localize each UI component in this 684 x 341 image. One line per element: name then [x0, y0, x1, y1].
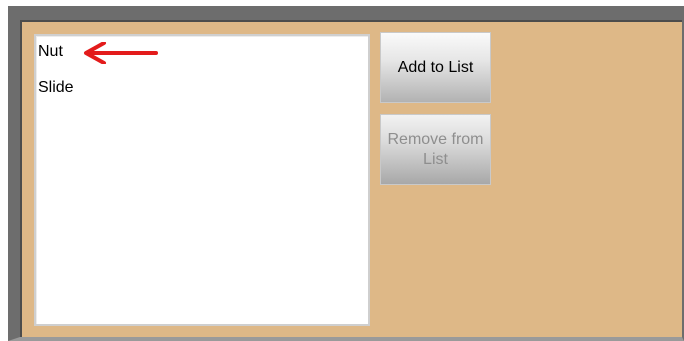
list-item[interactable]: Slide [38, 78, 74, 98]
red-left-arrow-icon [84, 42, 158, 64]
list-editor-panel: Nut Slide Add to List Remove from List [8, 6, 684, 341]
add-to-list-button[interactable]: Add to List [380, 32, 491, 103]
list-item[interactable]: Nut [38, 42, 63, 62]
items-listbox[interactable]: Nut Slide [34, 34, 370, 326]
remove-from-list-button[interactable]: Remove from List [380, 114, 491, 185]
